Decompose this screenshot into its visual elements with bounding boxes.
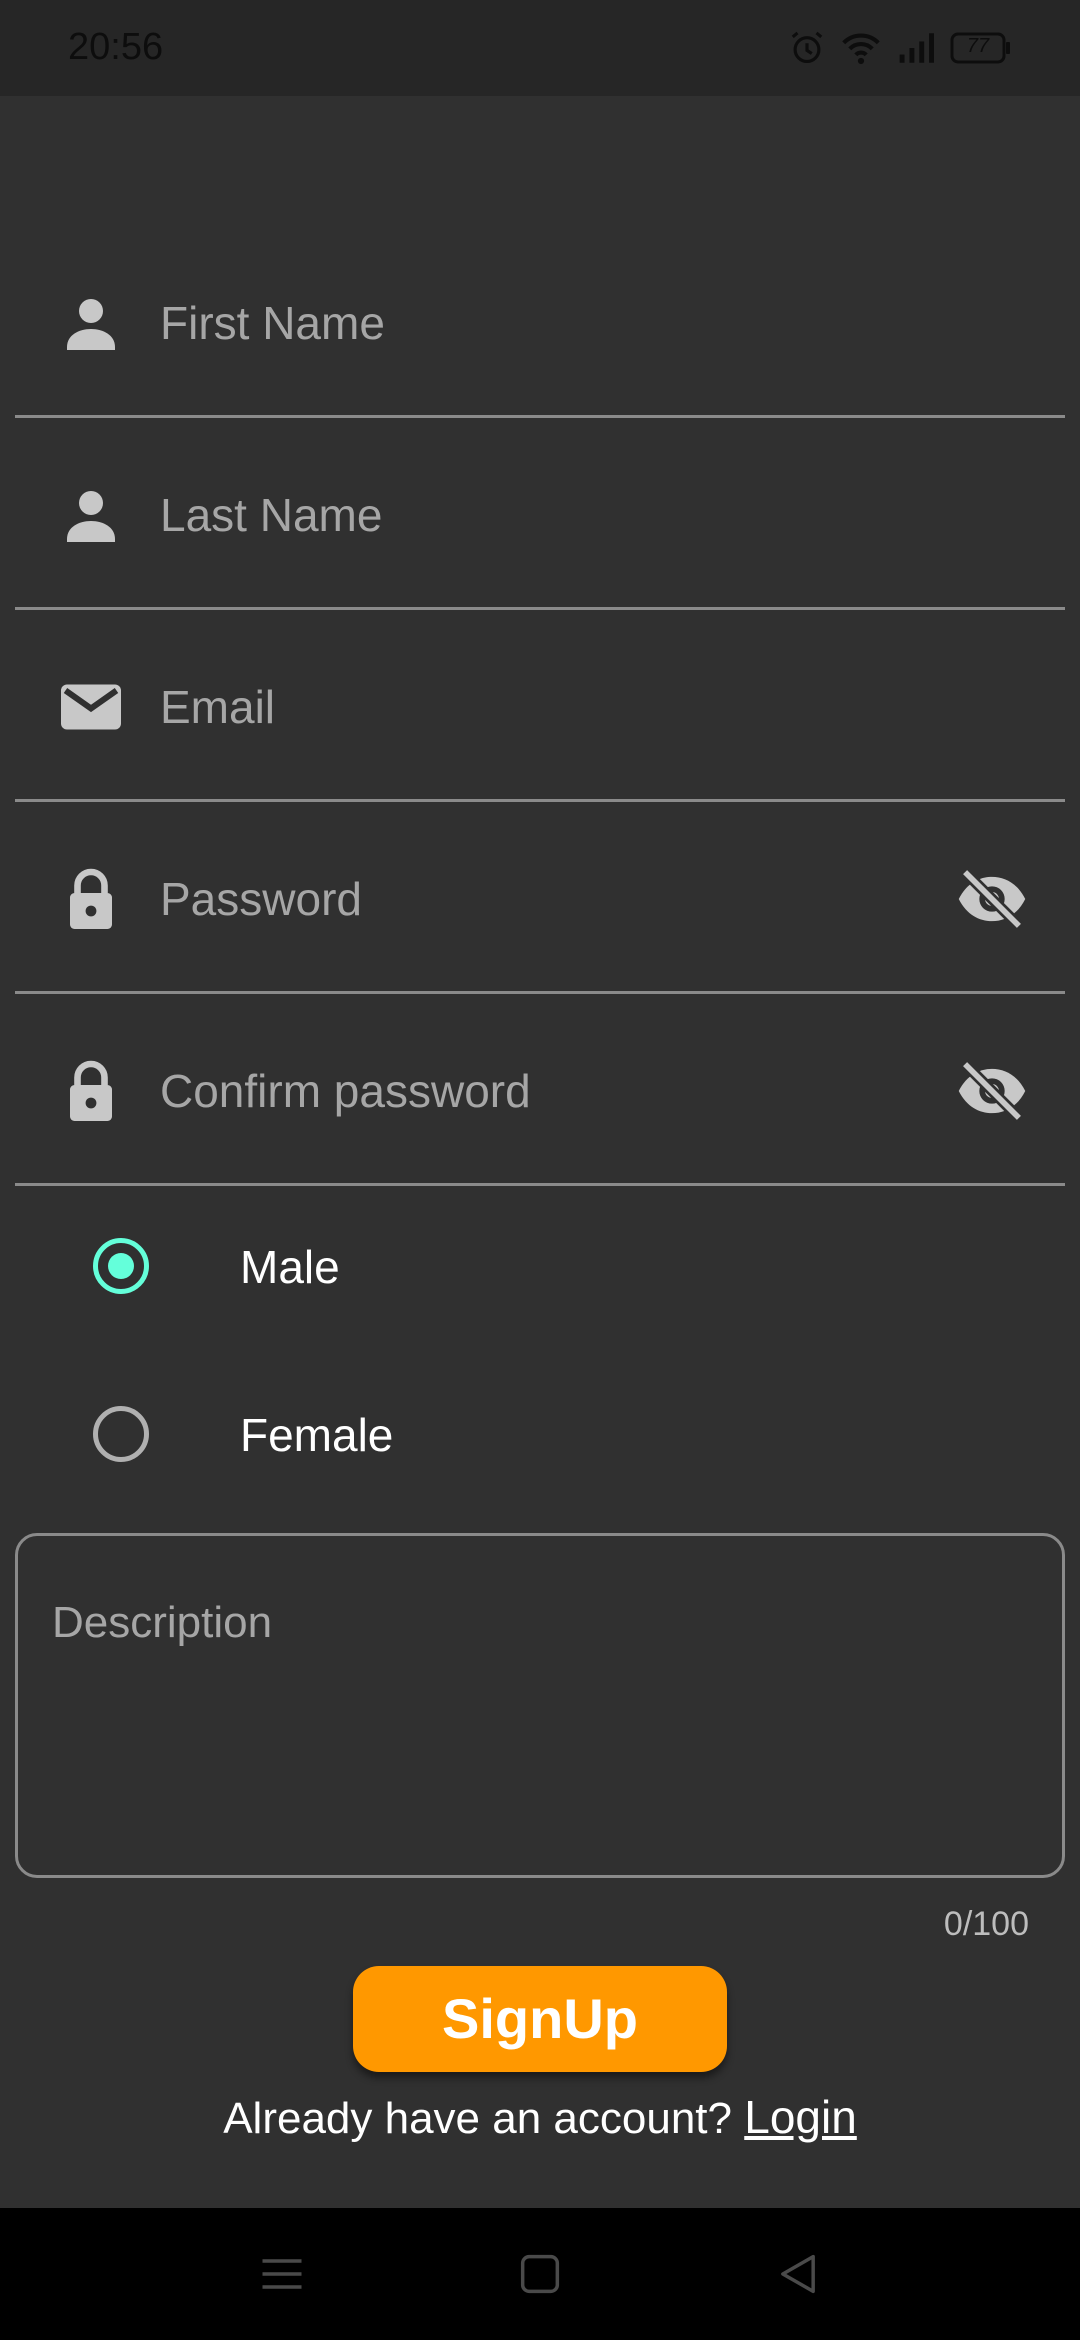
- person-icon: [55, 479, 127, 551]
- radio-button-selected[interactable]: [93, 1238, 149, 1294]
- visibility-off-icon[interactable]: [954, 861, 1030, 937]
- description-placeholder: Description: [52, 1598, 273, 1647]
- wifi-icon: [840, 29, 882, 67]
- lock-icon: [55, 863, 127, 935]
- person-icon: [55, 287, 127, 359]
- last-name-field[interactable]: Last Name: [15, 420, 1065, 610]
- status-time: 20:56: [68, 26, 164, 68]
- password-field[interactable]: Password: [15, 804, 1065, 994]
- login-prompt: Already have an account? Login: [0, 2090, 1080, 2144]
- radio-male[interactable]: Male: [15, 1206, 1065, 1326]
- lock-icon: [55, 1055, 127, 1127]
- battery-level: 77: [966, 35, 990, 57]
- menu-icon[interactable]: [256, 2248, 308, 2300]
- password-placeholder: Password: [160, 873, 362, 925]
- visibility-off-icon[interactable]: [954, 1053, 1030, 1129]
- first-name-field[interactable]: First Name: [15, 228, 1065, 418]
- signup-screen: 20:56 77 First Name Last Name Email Pass…: [0, 0, 1080, 2340]
- radio-label-female: Female: [240, 1409, 394, 1461]
- battery-icon: 77: [950, 32, 1012, 64]
- login-link[interactable]: Login: [744, 2091, 857, 2143]
- status-bar: 20:56 77: [0, 0, 1080, 96]
- description-input[interactable]: Description: [15, 1533, 1065, 1878]
- radio-button-unselected[interactable]: [93, 1406, 149, 1462]
- login-prompt-text: Already have an account?: [223, 2094, 732, 2143]
- character-counter: 0/100: [943, 1905, 1029, 1943]
- confirm-password-field[interactable]: Confirm password: [15, 996, 1065, 1186]
- confirm-password-placeholder: Confirm password: [160, 1065, 531, 1117]
- radio-label-male: Male: [240, 1241, 340, 1293]
- home-icon[interactable]: [514, 2248, 566, 2300]
- email-field[interactable]: Email: [15, 612, 1065, 802]
- first-name-placeholder: First Name: [160, 297, 385, 349]
- alarm-icon: [788, 29, 826, 67]
- back-icon[interactable]: [772, 2248, 824, 2300]
- status-icons: 77: [788, 26, 1012, 70]
- navigation-bar: [0, 2208, 1080, 2340]
- mail-icon: [55, 671, 127, 743]
- last-name-placeholder: Last Name: [160, 489, 383, 541]
- radio-female[interactable]: Female: [15, 1374, 1065, 1494]
- signup-button[interactable]: SignUp: [353, 1966, 727, 2072]
- email-placeholder: Email: [160, 681, 276, 733]
- signal-icon: [896, 30, 936, 66]
